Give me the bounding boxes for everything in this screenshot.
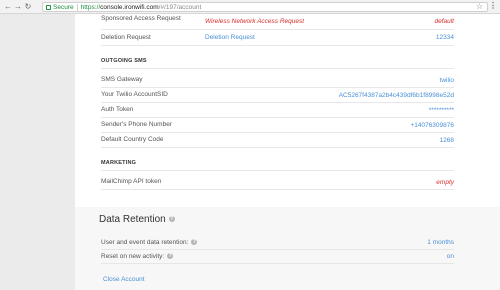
reload-icon[interactable]: ↻ <box>23 1 33 13</box>
setting-label: User and event data retention: <box>101 238 189 246</box>
setting-row-sender-phone: Sender's Phone Number +14076309876 <box>101 118 454 133</box>
setting-label: Default Country Code <box>101 136 164 144</box>
url-path: /#/197/account <box>158 3 202 11</box>
help-icon[interactable]: ? <box>168 216 175 223</box>
address-separator <box>76 3 78 11</box>
bookmark-star-icon[interactable]: ☆ <box>476 2 483 11</box>
section-divider <box>101 68 454 69</box>
setting-value[interactable]: +14076309876 <box>410 122 454 129</box>
forward-icon[interactable]: → <box>13 1 23 13</box>
browser-menu-icon[interactable]: ⋮ <box>489 1 497 10</box>
setting-template-link[interactable]: Deletion Request <box>205 34 255 41</box>
setting-row-data-retention: User and event data retention:? 1 months <box>101 236 454 250</box>
data-retention-title: Data Retention? <box>99 214 175 225</box>
browser-toolbar: ← → ↻ Secure https://console.ironwifi.co… <box>0 0 500 14</box>
account-settings-panel: Sponsored Access Request Wireless Networ… <box>75 14 500 290</box>
close-account-link[interactable]: Close Account <box>103 276 145 283</box>
section-divider <box>101 170 454 171</box>
address-bar[interactable]: Secure https://console.ironwifi.com/#/19… <box>42 2 488 12</box>
setting-value[interactable]: AC5267f4387a2b4c439df6b1f8998e52d <box>339 92 454 99</box>
setting-label-wrap: Reset on new activity:? <box>101 252 174 261</box>
setting-label: Sender's Phone Number <box>101 121 172 129</box>
setting-label: MailChimp API token <box>101 178 162 186</box>
url-scheme: https:// <box>80 3 101 11</box>
setting-row-country-code: Default Country Code 1268 <box>101 133 454 148</box>
setting-label-wrap: User and event data retention:? <box>101 238 198 247</box>
setting-label: SMS Gateway <box>101 76 143 84</box>
lock-icon <box>46 4 51 10</box>
setting-value[interactable]: 1 months <box>427 239 454 246</box>
setting-value[interactable]: ********** <box>429 107 454 114</box>
setting-label: Reset on new activity: <box>101 252 165 260</box>
secure-label: Secure <box>53 3 74 11</box>
setting-label: Your Twilio AccountSID <box>101 91 168 99</box>
setting-row-twilio-sid: Your Twilio AccountSID AC5267f4387a2b4c4… <box>101 88 454 103</box>
setting-value[interactable]: default <box>434 18 454 25</box>
section-heading-marketing: MARKETING <box>101 160 137 166</box>
setting-row-sms-gateway: SMS Gateway twilio <box>101 73 454 88</box>
section-heading-outgoing-sms: OUTGOING SMS <box>101 58 147 64</box>
help-icon[interactable]: ? <box>167 253 174 260</box>
setting-row-reset-on-activity: Reset on new activity:? on <box>101 250 454 264</box>
setting-row-sponsored-access: Sponsored Access Request Wireless Networ… <box>101 14 454 30</box>
back-icon[interactable]: ← <box>3 1 13 13</box>
help-icon[interactable]: ? <box>191 239 198 246</box>
setting-row-auth-token: Auth Token ********** <box>101 103 454 118</box>
setting-value[interactable]: on <box>447 253 454 260</box>
setting-value[interactable]: twilio <box>440 77 454 84</box>
setting-value[interactable]: empty <box>436 179 454 186</box>
setting-label: Deletion Request <box>101 34 151 41</box>
setting-row-mailchimp-token: MailChimp API token empty <box>101 175 454 190</box>
setting-value[interactable]: 12334 <box>436 34 454 41</box>
url-host: console.ironwifi.com <box>100 3 159 11</box>
setting-label: Sponsored Access Request <box>101 15 181 22</box>
setting-value[interactable]: 1268 <box>440 137 454 144</box>
setting-label: Auth Token <box>101 106 134 114</box>
section-title-text: Data Retention <box>99 214 166 225</box>
setting-template-link[interactable]: Wireless Network Access Request <box>205 18 304 25</box>
setting-row-deletion-request: Deletion Request Deletion Request 12334 <box>101 30 454 46</box>
